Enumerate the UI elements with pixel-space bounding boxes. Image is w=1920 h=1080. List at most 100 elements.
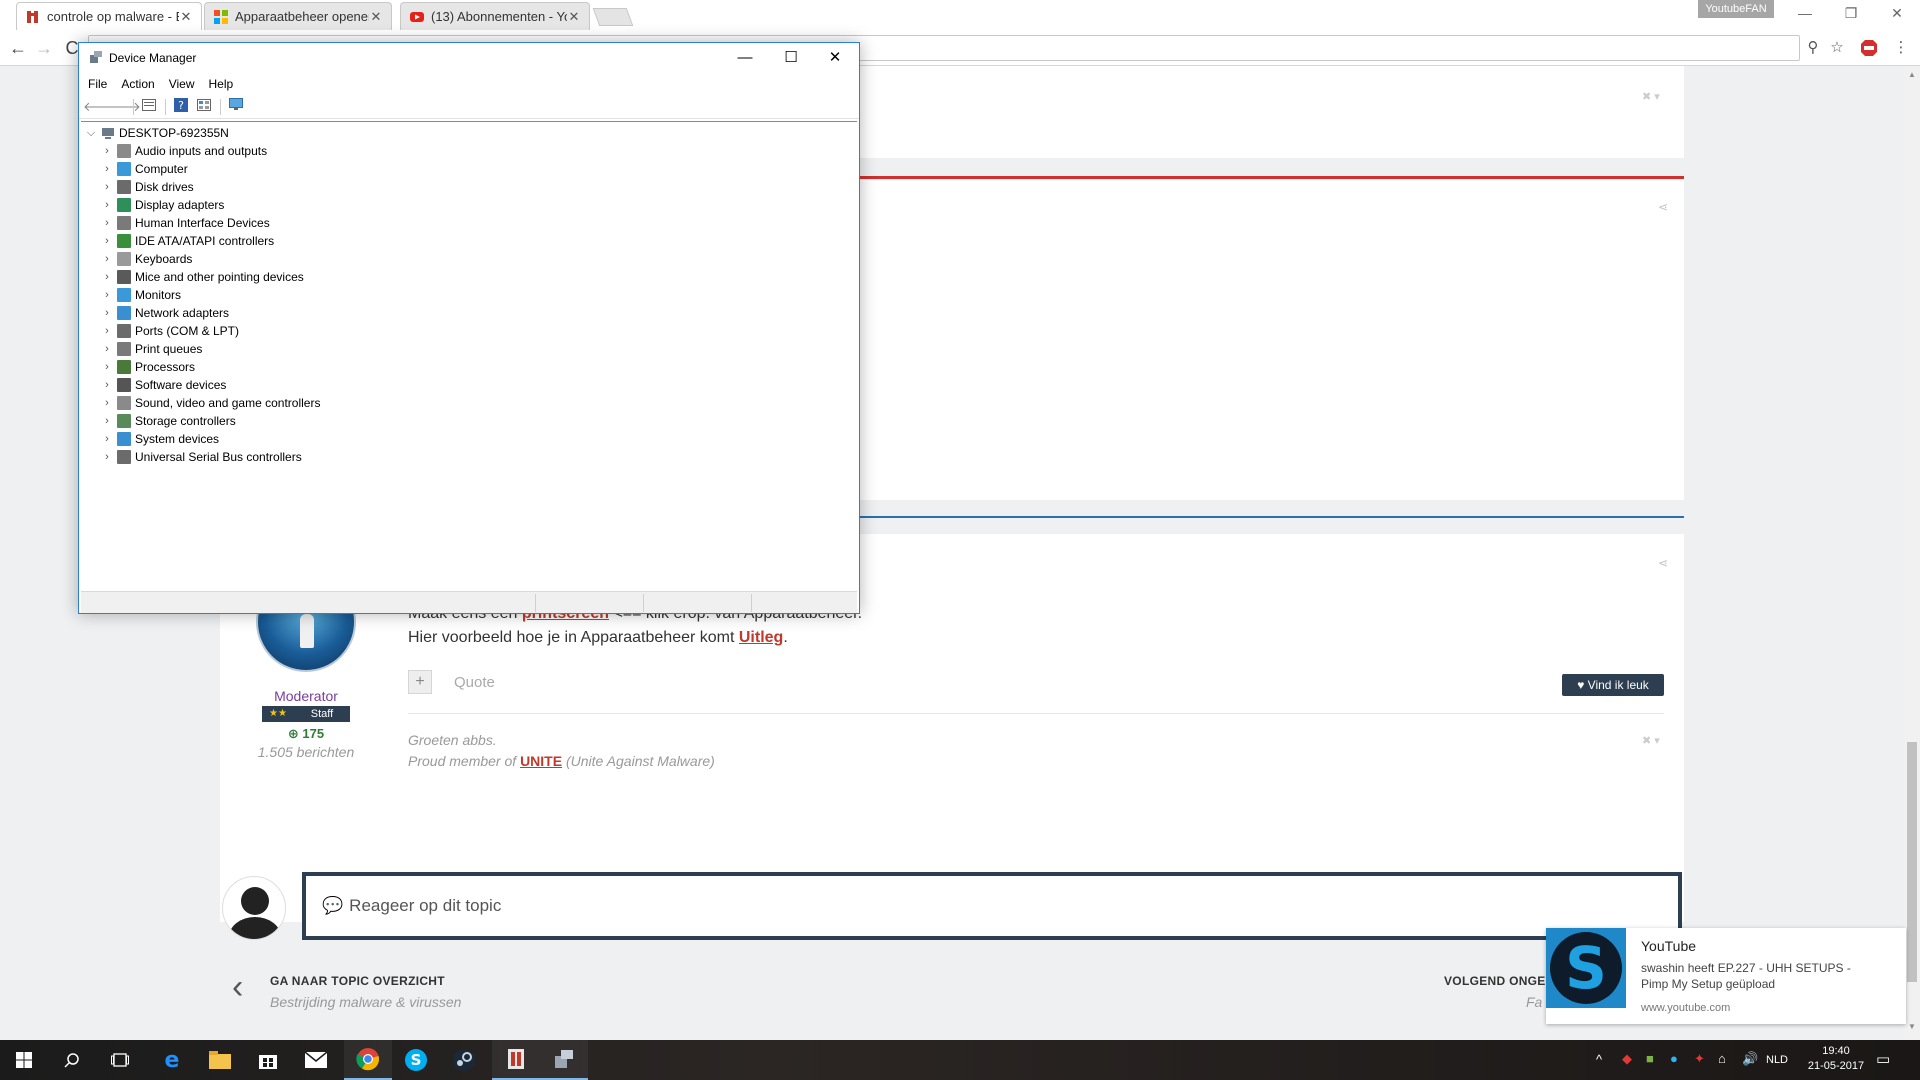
browser-close-button[interactable]: ✕ xyxy=(1874,0,1920,28)
tab-youtube-abonnementen[interactable]: (13) Abonnementen - Yo ✕ xyxy=(400,2,590,30)
device-category[interactable]: › Human Interface Devices xyxy=(99,214,270,232)
device-category[interactable]: › Audio inputs and outputs xyxy=(99,142,267,160)
tray-volume-icon[interactable]: 🔊 xyxy=(1742,1051,1758,1067)
device-category[interactable]: › Print queues xyxy=(99,340,202,358)
unite-link[interactable]: UNITE xyxy=(520,753,562,769)
taskbar-explorer[interactable] xyxy=(196,1040,244,1080)
expand-icon[interactable]: › xyxy=(99,289,115,301)
device-category[interactable]: › Processors xyxy=(99,358,195,376)
tray-app-icon[interactable]: ✦ xyxy=(1694,1051,1705,1067)
device-category[interactable]: › Universal Serial Bus controllers xyxy=(99,448,302,466)
browser-restore-button[interactable]: ❐ xyxy=(1828,0,1874,28)
uitleg-link[interactable]: Uitleg xyxy=(739,629,783,646)
device-category[interactable]: › Computer xyxy=(99,160,188,178)
forward-button[interactable]: → xyxy=(32,36,56,60)
bookmark-star-icon[interactable]: ☆ xyxy=(1828,39,1846,57)
new-tab-button[interactable] xyxy=(592,8,634,26)
expand-icon[interactable]: › xyxy=(99,325,115,337)
menu-help[interactable]: Help xyxy=(209,77,234,91)
expand-icon[interactable]: › xyxy=(99,415,115,427)
tab-close-icon[interactable]: ✕ xyxy=(179,9,193,25)
expand-icon[interactable]: › xyxy=(99,163,115,175)
expand-icon[interactable]: › xyxy=(99,361,115,373)
tab-close-icon[interactable]: ✕ xyxy=(369,9,383,25)
dm-back-icon[interactable]: 🡐 xyxy=(83,98,118,116)
device-category[interactable]: › Mice and other pointing devices xyxy=(99,268,304,286)
expand-icon[interactable]: › xyxy=(99,181,115,193)
tab-controle-op-malware[interactable]: controle op malware - Be ✕ xyxy=(16,2,202,30)
chrome-menu-icon[interactable]: ⋮ xyxy=(1892,39,1910,57)
taskbar-skype[interactable]: S xyxy=(392,1040,440,1080)
browser-minimize-button[interactable]: — xyxy=(1782,0,1828,28)
expand-icon[interactable]: › xyxy=(99,433,115,445)
device-category[interactable]: › Storage controllers xyxy=(99,412,236,430)
scrollbar-thumb[interactable] xyxy=(1907,742,1917,982)
expand-icon[interactable]: › xyxy=(99,145,115,157)
device-category[interactable]: › Ports (COM & LPT) xyxy=(99,322,239,340)
next-topic-link[interactable]: VOLGEND ONGEL xyxy=(1444,974,1553,988)
tab-close-icon[interactable]: ✕ xyxy=(567,9,581,25)
action-center-icon[interactable]: ▭ xyxy=(1876,1050,1890,1068)
taskbar-edge[interactable]: e xyxy=(148,1040,196,1080)
zoom-icon[interactable]: ⚲ xyxy=(1804,39,1822,57)
tray-steam-icon[interactable]: ● xyxy=(1670,1051,1678,1066)
tray-overflow-icon[interactable]: ^ xyxy=(1596,1052,1602,1067)
tree-root[interactable]: ⌵ DESKTOP-692355N xyxy=(83,124,229,142)
dm-minimize-button[interactable]: — xyxy=(723,45,767,71)
scroll-down-icon[interactable]: ▼ xyxy=(1908,1022,1916,1031)
expand-icon[interactable]: › xyxy=(99,343,115,355)
device-category[interactable]: › Keyboards xyxy=(99,250,192,268)
expand-icon[interactable]: › xyxy=(99,217,115,229)
device-category[interactable]: › IDE ATA/ATAPI controllers xyxy=(99,232,274,250)
menu-file[interactable]: File xyxy=(88,77,107,91)
device-category[interactable]: › Display adapters xyxy=(99,196,224,214)
expand-icon[interactable]: › xyxy=(99,379,115,391)
share-icon[interactable]: ⋖ xyxy=(1658,200,1668,214)
multiquote-plus-button[interactable]: + xyxy=(408,670,432,694)
tab-apparaatbeheer-openen[interactable]: Apparaatbeheer openen ✕ xyxy=(204,2,392,30)
adblock-extension-icon[interactable] xyxy=(1860,39,1878,57)
expand-icon[interactable]: › xyxy=(99,307,115,319)
menu-action[interactable]: Action xyxy=(121,77,154,91)
menu-view[interactable]: View xyxy=(169,77,195,91)
youtube-notification[interactable]: S YouTube swashin heeft EP.227 - UHH SET… xyxy=(1546,928,1906,1024)
share-icon[interactable]: ⋖ xyxy=(1658,556,1668,570)
dm-view-icon[interactable] xyxy=(193,98,215,116)
like-button[interactable]: ♥ Vind ik leuk xyxy=(1562,674,1664,696)
tray-network-icon[interactable]: ⌂ xyxy=(1718,1051,1726,1066)
tray-language[interactable]: NLD xyxy=(1766,1054,1788,1066)
device-category[interactable]: › Network adapters xyxy=(99,304,229,322)
device-manager-titlebar[interactable]: Device Manager — ☐ ✕ xyxy=(79,43,859,73)
taskbar-device-manager[interactable] xyxy=(540,1040,588,1080)
device-category[interactable]: › Software devices xyxy=(99,376,226,394)
expand-icon[interactable]: › xyxy=(99,253,115,265)
post-options-icon[interactable]: ✖ ▾ xyxy=(1642,734,1660,747)
taskbar-malware-tool[interactable] xyxy=(492,1040,540,1080)
device-category[interactable]: › System devices xyxy=(99,430,219,448)
search-button[interactable] xyxy=(48,1040,96,1080)
collapse-icon[interactable]: ⌵ xyxy=(83,127,99,140)
scroll-up-icon[interactable]: ▲ xyxy=(1908,70,1916,79)
dm-close-button[interactable]: ✕ xyxy=(813,45,857,71)
tray-nvidia-icon[interactable]: ■ xyxy=(1646,1051,1654,1066)
taskbar-chrome[interactable] xyxy=(344,1040,392,1080)
post-options-icon[interactable]: ✖ ▾ xyxy=(1642,90,1660,103)
reply-input[interactable]: 💬 Reageer op dit topic xyxy=(302,872,1682,940)
dm-maximize-button[interactable]: ☐ xyxy=(769,45,813,71)
taskbar-store[interactable] xyxy=(244,1040,292,1080)
taskbar-mail[interactable] xyxy=(292,1040,340,1080)
back-button[interactable]: ← xyxy=(6,36,30,60)
dm-help-icon[interactable]: ? xyxy=(170,97,192,116)
dm-forward-icon[interactable]: 🡒 xyxy=(106,98,141,116)
device-category[interactable]: › Disk drives xyxy=(99,178,194,196)
start-button[interactable] xyxy=(0,1040,48,1080)
dm-scan-hardware-icon[interactable] xyxy=(225,97,247,116)
expand-icon[interactable]: › xyxy=(99,235,115,247)
expand-icon[interactable]: › xyxy=(99,397,115,409)
taskbar-steam[interactable] xyxy=(440,1040,488,1080)
expand-icon[interactable]: › xyxy=(99,271,115,283)
device-category[interactable]: › Monitors xyxy=(99,286,181,304)
dm-properties-icon[interactable] xyxy=(138,98,160,116)
device-category[interactable]: › Sound, video and game controllers xyxy=(99,394,320,412)
task-view-button[interactable] xyxy=(96,1040,144,1080)
